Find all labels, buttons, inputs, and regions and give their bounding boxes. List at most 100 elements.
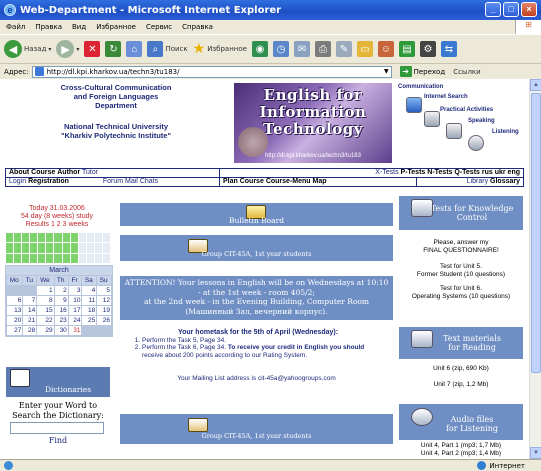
links-button[interactable]: Ссылки	[453, 68, 481, 76]
media-icon[interactable]: ◉	[251, 41, 268, 57]
go-button[interactable]: ➔ Переход	[399, 66, 445, 77]
audio-part-2[interactable]: Unit 4, Part 2 (mp3; 1,4 Mb)	[399, 450, 523, 458]
scroll-up-icon[interactable]: ▲	[530, 79, 541, 91]
calendar-day[interactable]: 8	[37, 296, 54, 305]
calendar-day[interactable]: 5	[97, 286, 111, 295]
unit-7-download[interactable]: Unit 7 (zip, 1,2 Mb)	[399, 381, 523, 389]
audio-files-header[interactable]: Audio files for Listening	[399, 404, 523, 440]
translate-icon[interactable]: ⇆	[440, 41, 457, 57]
nav-map[interactable]: Map	[313, 178, 327, 185]
vertical-scrollbar[interactable]: ▲ ▼	[529, 79, 541, 459]
globe-icon[interactable]	[406, 97, 422, 113]
unit-6-download[interactable]: Unit 6 (zip, 690 Kb)	[399, 365, 523, 373]
folder-icon[interactable]: ▭	[356, 41, 373, 57]
calendar-day[interactable]: 24	[68, 316, 82, 325]
test-unit-6[interactable]: Test for Unit 6. Operating Systems (10 q…	[399, 285, 523, 300]
calendar-day[interactable]: 20	[7, 316, 23, 325]
calendar-day[interactable]: 17	[68, 306, 82, 315]
nav-n-tests[interactable]: N-Tests	[427, 169, 452, 176]
nav-x-tests[interactable]: X-Tests	[375, 169, 398, 176]
calendar-day[interactable]: 26	[97, 316, 111, 325]
calendar-day[interactable]: 25	[82, 316, 97, 325]
calendar-day[interactable]: 13	[7, 306, 23, 315]
nav-about-course[interactable]: About Course	[9, 169, 55, 176]
nav-languages[interactable]: rus ukr eng	[482, 169, 520, 176]
link-speaking[interactable]: Speaking	[468, 118, 495, 124]
calendar-day[interactable]: 3	[68, 286, 82, 295]
nav-plan-course[interactable]: Plan Course	[223, 178, 264, 185]
calendar-day[interactable]: 11	[82, 296, 97, 305]
calendar-day[interactable]: 18	[82, 306, 97, 315]
maximize-button[interactable]: □	[503, 2, 519, 17]
calendar-day[interactable]: 29	[37, 326, 54, 335]
questionnaire-link[interactable]: Please, answer my FINAL QUESTIONNAIRE!	[399, 239, 523, 254]
nav-login[interactable]: Login	[9, 178, 26, 185]
find-button[interactable]: Find	[2, 436, 114, 445]
back-button[interactable]: ◀ Назад ▾	[4, 40, 51, 58]
calendar-day[interactable]: 15	[37, 306, 54, 315]
nav-author[interactable]: Author	[57, 169, 80, 176]
calendar-day[interactable]: 28	[23, 326, 37, 335]
microphone-icon[interactable]	[446, 123, 462, 139]
calendar-day[interactable]: 6	[7, 296, 23, 305]
link-practical-activities[interactable]: Practical Activities	[440, 107, 493, 113]
calendar-day[interactable]: 27	[7, 326, 23, 335]
nav-glossary[interactable]: Glossary	[490, 178, 520, 185]
nav-course-menu[interactable]: Course-Menu	[266, 178, 311, 185]
calendar-day[interactable]: 1	[37, 286, 54, 295]
speaker-icon[interactable]	[468, 135, 484, 151]
link-listening[interactable]: Listening	[492, 129, 519, 135]
calendar-day[interactable]: 14	[23, 306, 37, 315]
refresh-icon[interactable]: ↻	[105, 41, 122, 57]
menu-view[interactable]: Вид	[72, 23, 86, 31]
scroll-down-icon[interactable]: ▼	[530, 447, 541, 459]
research-icon[interactable]: ▤	[398, 41, 415, 57]
scroll-thumb[interactable]	[531, 93, 541, 373]
mail-icon[interactable]: ✉	[293, 41, 310, 57]
search-button[interactable]: ⌕ Поиск	[147, 41, 188, 57]
calendar-day[interactable]: 7	[23, 296, 37, 305]
favorites-button[interactable]: ★ Избранное	[193, 41, 247, 57]
tests-header[interactable]: Tests for Knowledge Control	[399, 196, 523, 230]
calendar-day[interactable]: 22	[37, 316, 54, 325]
audio-part-1[interactable]: Unit 4, Part 1 (mp3; 1,7 Mb)	[399, 442, 523, 450]
menu-file[interactable]: Файл	[6, 23, 25, 31]
menu-edit[interactable]: Правка	[35, 23, 62, 31]
nav-p-tests[interactable]: P-Tests	[401, 169, 426, 176]
keyboard-icon[interactable]	[424, 111, 440, 127]
nav-chats[interactable]: Chats	[140, 178, 158, 185]
stop-icon[interactable]: ✕	[84, 41, 101, 57]
nav-q-tests[interactable]: Q-Tests	[454, 169, 480, 176]
home-icon[interactable]: ⌂	[126, 41, 143, 57]
nav-tutor[interactable]: Tutor	[82, 169, 98, 176]
print-icon[interactable]: ⎙	[314, 41, 331, 57]
calendar-day[interactable]: 30	[54, 326, 68, 335]
calendar-day[interactable]: 12	[97, 296, 111, 305]
nav-forum[interactable]: Forum	[103, 178, 123, 185]
link-communication[interactable]: Communication	[398, 84, 443, 90]
nav-mail[interactable]: Mail	[125, 178, 138, 185]
menu-help[interactable]: Справка	[182, 23, 213, 31]
messenger-icon[interactable]: ☺	[377, 41, 394, 57]
nav-library[interactable]: Library	[467, 178, 488, 185]
calendar-day-today[interactable]: 31	[68, 326, 82, 335]
dictionary-search-input[interactable]	[10, 422, 104, 434]
calendar-day[interactable]: 4	[82, 286, 97, 295]
close-button[interactable]: ×	[521, 2, 537, 17]
edit-icon[interactable]: ✎	[335, 41, 352, 57]
calendar-day[interactable]: 16	[54, 306, 68, 315]
nav-registration[interactable]: Registration	[28, 178, 69, 185]
history-icon[interactable]: ◷	[272, 41, 289, 57]
calendar-day[interactable]: 21	[23, 316, 37, 325]
dictionaries-header[interactable]: Dictionaries	[6, 367, 110, 397]
calendar-day[interactable]: 2	[54, 286, 68, 295]
text-materials-header[interactable]: Text materials for Reading	[399, 327, 523, 359]
test-unit-5[interactable]: Test for Unit 5. Former Student (10 ques…	[399, 263, 523, 278]
tools-icon[interactable]: ⚙	[419, 41, 436, 57]
calendar-day[interactable]: 9	[54, 296, 68, 305]
results-weeks[interactable]: Results 1 2 3 weeks	[2, 221, 112, 229]
link-internet-search[interactable]: Internet Search	[424, 94, 468, 100]
menu-favorites[interactable]: Избранное	[96, 23, 136, 31]
calendar-day[interactable]: 19	[97, 306, 111, 315]
forward-button[interactable]: ▶ ▾	[56, 40, 79, 58]
